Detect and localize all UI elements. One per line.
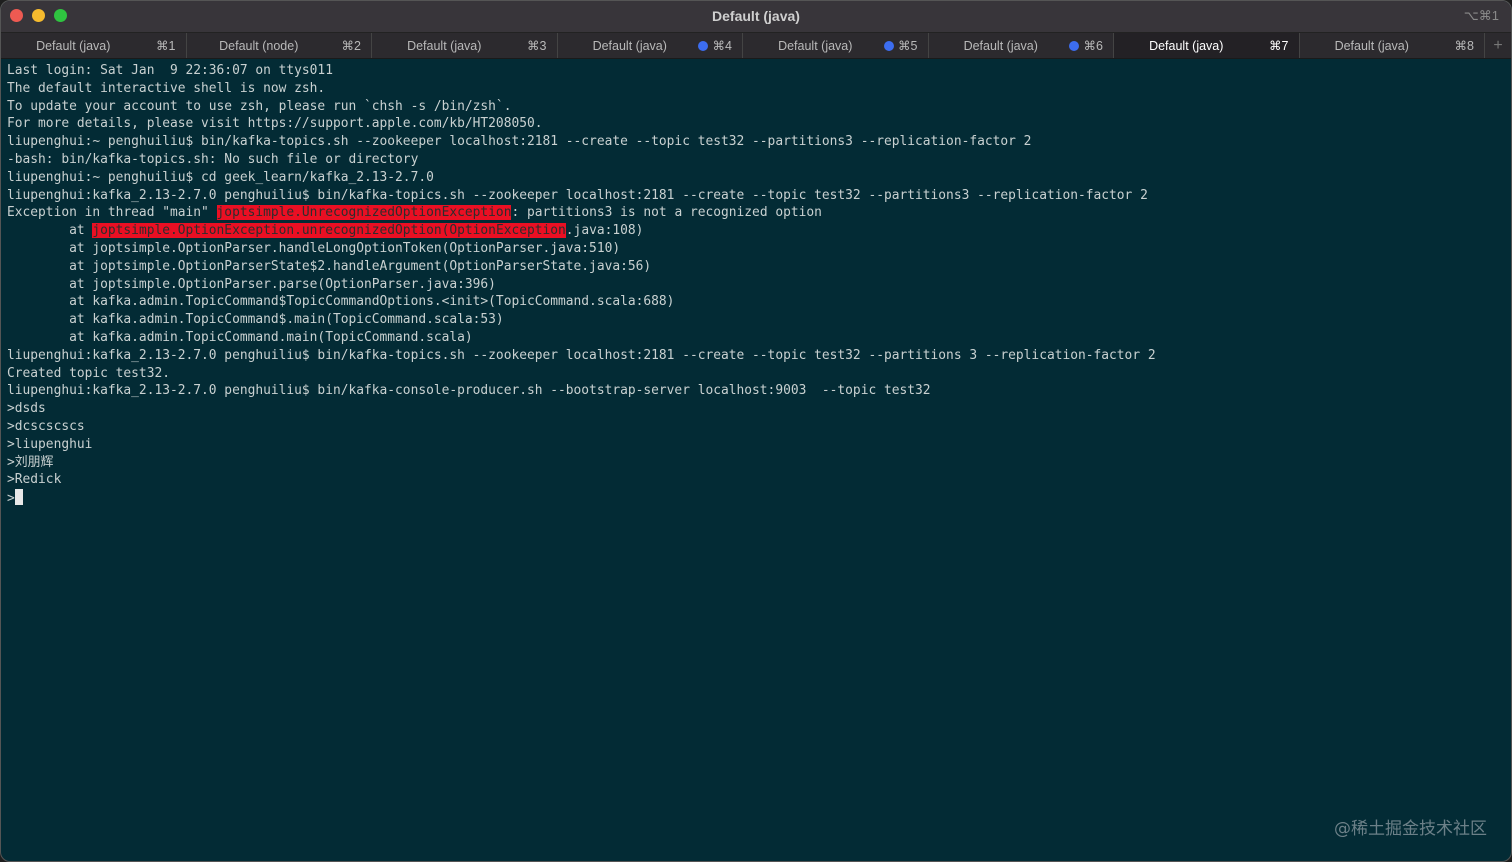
terminal-line: at kafka.admin.TopicCommand$.main(TopicC…	[7, 311, 1505, 329]
terminal-line: -bash: bin/kafka-topics.sh: No such file…	[7, 151, 1505, 169]
tab-1[interactable]: Default (java) ⌘1	[1, 33, 187, 58]
terminal-line: For more details, please visit https://s…	[7, 115, 1505, 133]
terminal-text: >dsds	[7, 401, 46, 417]
terminal-text: Last login: Sat Jan 9 22:36:07 on ttys01…	[7, 63, 333, 78]
terminal-window: Default (java) ⌥⌘1 Default (java) ⌘1 Defau…	[0, 0, 1512, 862]
terminal-text: at joptsimple.OptionParser.handleLongOpt…	[7, 240, 621, 256]
terminal-line: liupenghui:kafka_2.13-2.7.0 penghuiliu$ …	[7, 347, 1505, 365]
activity-dot-icon	[883, 40, 894, 51]
terminal-text: .java:108)	[565, 223, 644, 239]
tab-label: Default (java)	[1149, 38, 1224, 53]
terminal-output[interactable]: Last login: Sat Jan 9 22:36:07 on ttys01…	[1, 59, 1511, 511]
terminal-line: liupenghui:~ penghuiliu$ cd geek_learn/k…	[7, 169, 1505, 187]
tab-label: Default (java)	[592, 38, 667, 53]
tab-shortcut: ⌘8	[1454, 39, 1474, 53]
tab-label: Default (java)	[963, 38, 1038, 53]
tab-shortcut: ⌘4	[712, 39, 732, 53]
terminal-text: Exception in thread "main"	[7, 205, 217, 221]
tab-shortcut: ⌘5	[898, 39, 918, 53]
terminal-text: at joptsimple.OptionParserState$2.handle…	[7, 258, 652, 274]
activity-dot-icon	[1069, 40, 1079, 51]
terminal-line: liupenghui:~ penghuiliu$ bin/kafka-topic…	[7, 133, 1505, 151]
terminal-text: at	[7, 223, 93, 239]
terminal-text: liupenghui:~ penghuiliu$ cd geek_learn/k…	[7, 169, 434, 185]
terminal-line: >liupenghui	[7, 436, 1505, 454]
tab-4[interactable]: Default (java) ⌘4	[558, 33, 743, 58]
tab-2[interactable]: Default (node) ⌘2	[187, 33, 372, 58]
tab-8[interactable]: Default (java) ⌘8	[1300, 33, 1485, 58]
terminal-line: Created topic test32.	[7, 365, 1505, 383]
terminal-text: at kafka.admin.TopicCommand.main(TopicCo…	[7, 329, 473, 345]
tab-label: Default (java)	[778, 38, 853, 53]
terminal-text: -bash: bin/kafka-topics.sh: No such file…	[7, 151, 419, 167]
highlighted-text: joptsimple.UnrecognizedOptionException	[216, 205, 512, 221]
terminal-text: The default interactive shell is now zsh…	[7, 80, 326, 96]
terminal-text: liupenghui:~ penghuiliu$ bin/kafka-topic…	[7, 134, 1032, 150]
new-tab-button[interactable]: +	[1485, 33, 1511, 58]
terminal-line: at joptsimple.OptionParser.parse(OptionP…	[7, 276, 1505, 294]
tab-7[interactable]: Default (java) ⌘7	[1114, 33, 1300, 58]
terminal-text: >刘朋辉	[7, 454, 54, 470]
terminal-text: at kafka.admin.TopicCommand$.main(TopicC…	[7, 312, 504, 328]
cursor	[14, 489, 23, 506]
terminal-text: liupenghui:kafka_2.13-2.7.0 penghuiliu$ …	[7, 347, 1156, 363]
terminal-line: at joptsimple.OptionException.unrecogniz…	[7, 222, 1505, 240]
terminal-line: >dsds	[7, 400, 1505, 418]
terminal-text: liupenghui:kafka_2.13-2.7.0 penghuiliu$ …	[7, 383, 931, 399]
tab-6[interactable]: Default (java) ⌘6	[929, 33, 1114, 58]
terminal-line: at joptsimple.OptionParser.handleLongOpt…	[7, 240, 1505, 258]
tab-shortcut: ⌘2	[341, 39, 361, 53]
terminal-text: : partitions3 is not a recognized option	[511, 205, 822, 221]
terminal-text: >	[7, 491, 15, 507]
terminal-line: liupenghui:kafka_2.13-2.7.0 penghuiliu$ …	[7, 187, 1505, 205]
activity-dot-icon	[698, 40, 708, 51]
terminal-line: Exception in thread "main" joptsimple.Un…	[7, 204, 1505, 222]
watermark: @稀土掘金技术社区	[1334, 819, 1487, 839]
tab-shortcut: ⌘6	[1083, 39, 1103, 53]
terminal-line: The default interactive shell is now zsh…	[7, 80, 1505, 98]
window-title: Default (java)	[712, 8, 800, 24]
terminal-line: >	[7, 489, 1505, 508]
terminal-text: To update your account to use zsh, pleas…	[7, 98, 512, 114]
tab-bar: Default (java) ⌘1 Default (node) ⌘2 Default …	[1, 32, 1511, 59]
terminal-line: To update your account to use zsh, pleas…	[7, 98, 1505, 116]
tab-label: Default (java)	[407, 38, 482, 53]
terminal-text: For more details, please visit https://s…	[7, 116, 543, 132]
title-bar: Default (java) ⌥⌘1	[1, 1, 1511, 32]
terminal-line: >刘朋辉	[7, 454, 1505, 472]
terminal-text: at joptsimple.OptionParser.parse(OptionP…	[7, 276, 496, 292]
terminal-line: at joptsimple.OptionParserState$2.handle…	[7, 258, 1505, 276]
terminal-line: Last login: Sat Jan 9 22:36:07 on ttys01…	[7, 62, 1505, 80]
terminal-text: >liupenghui	[7, 436, 93, 452]
terminal-text: >dcscscscs	[7, 418, 85, 434]
terminal-text: >Redick	[7, 472, 62, 488]
tab-3[interactable]: Default (java) ⌘3	[372, 33, 558, 58]
window-shortcut: ⌥⌘1	[1463, 8, 1499, 23]
terminal-text: liupenghui:kafka_2.13-2.7.0 penghuiliu$ …	[7, 187, 1148, 203]
terminal-line: at kafka.admin.TopicCommand.main(TopicCo…	[7, 329, 1505, 347]
highlighted-text: joptsimple.OptionException.unrecognizedO…	[92, 223, 566, 239]
tab-shortcut: ⌘7	[1269, 39, 1289, 53]
terminal-line: >dcscscscs	[7, 418, 1505, 436]
tab-label: Default (node)	[219, 38, 299, 53]
tab-label: Default (java)	[1334, 38, 1409, 53]
tab-shortcut: ⌘3	[527, 39, 547, 53]
terminal-text: Created topic test32.	[7, 365, 170, 381]
terminal-text: at kafka.admin.TopicCommand$TopicCommand…	[7, 294, 675, 310]
tab-shortcut: ⌘1	[156, 39, 176, 53]
tab-label: Default (java)	[36, 38, 111, 53]
tab-5[interactable]: Default (java) ⌘5	[743, 33, 929, 58]
terminal-line: at kafka.admin.TopicCommand$TopicCommand…	[7, 293, 1505, 311]
terminal-line: >Redick	[7, 471, 1505, 489]
terminal-line: liupenghui:kafka_2.13-2.7.0 penghuiliu$ …	[7, 382, 1505, 400]
